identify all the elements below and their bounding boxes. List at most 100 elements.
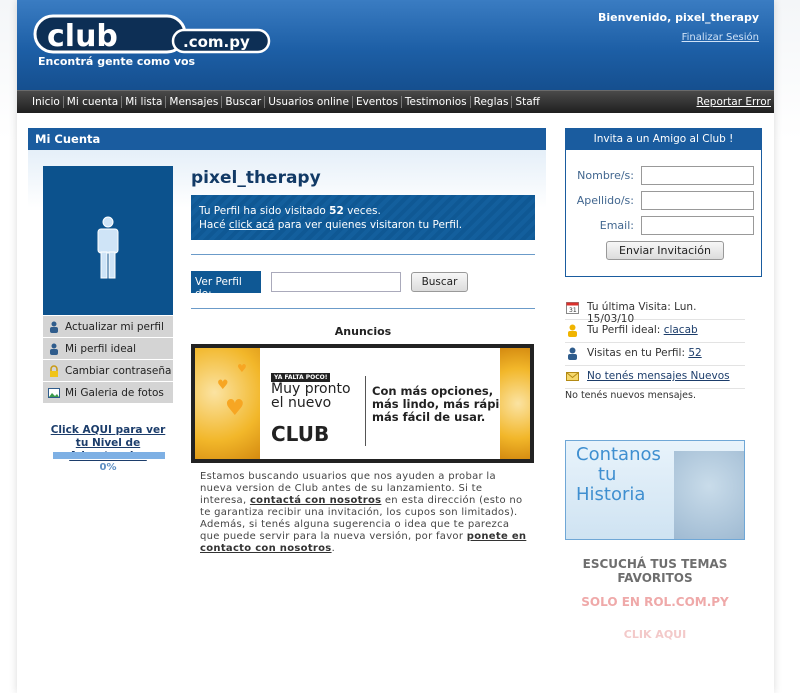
photo-icon	[48, 387, 60, 399]
view-profile-input[interactable]	[271, 272, 401, 292]
ideal-profile-row: Tu Perfil ideal: clacab	[565, 320, 745, 343]
warnings-percent: 0%	[99, 462, 117, 473]
svg-text:.com.py: .com.py	[183, 33, 250, 51]
contact-link[interactable]: contactá con nosotros	[250, 495, 381, 506]
banner-headline: Muy pronto el nuevo	[271, 382, 351, 410]
user-icon	[568, 324, 577, 337]
beta-tester-notice: Estamos buscando usuarios que nos ayuden…	[200, 471, 530, 555]
messages-subtext: No tenés nuevos mensajes.	[565, 390, 696, 401]
visits-count: 52	[329, 205, 344, 217]
main-nav: Inicio Mi cuenta Mi lista Mensajes Busca…	[17, 90, 774, 113]
messages-row: No tenés mensajes Nuevos	[565, 366, 745, 389]
nav-item-inicio[interactable]: Inicio	[32, 96, 63, 108]
photo-gallery-label: Mi Galeria de fotos	[65, 386, 164, 399]
photo-gallery-link[interactable]: Mi Galeria de fotos	[43, 382, 173, 403]
banner-headline-1: Muy pronto	[271, 381, 351, 397]
update-profile-label: Actualizar mi perfil	[65, 320, 164, 333]
change-password-label: Cambiar contraseña	[65, 364, 172, 377]
new-club-banner[interactable]: ♥ ♥ ♥ YA FALTA POCO! Muy pronto el nuevo…	[191, 344, 534, 463]
envelope-icon	[566, 372, 579, 381]
last-visit-label: Tu última Visita:	[587, 301, 675, 313]
update-profile-link[interactable]: Actualizar mi perfil	[43, 316, 173, 337]
ideal-profile-label: Tu Perfil ideal:	[587, 324, 664, 336]
view-profile-label: Ver Perfil de:	[191, 271, 261, 300]
visits-line-1: Tu Perfil ha sido visitado 52 veces.	[199, 204, 527, 218]
visitors-icon	[568, 347, 577, 360]
visits-box: Tu Perfil ha sido visitado 52 veces. Hac…	[191, 195, 535, 240]
divider	[191, 254, 535, 255]
avatar[interactable]	[43, 166, 173, 315]
profile-visits-row: Visitas en tu Perfil: 52	[565, 343, 745, 366]
heart-icon: ♥	[237, 362, 247, 375]
banner-decoration: ♥ ♥ ♥	[195, 348, 260, 459]
invite-name-row: Nombre/s:	[566, 166, 761, 186]
logout-link[interactable]: Finalizar Sesión	[682, 32, 759, 43]
rol-ad-title-3: Historia	[576, 484, 646, 505]
my-account-panel: Mi Cuenta Actualizar mi perfil Mi perfil…	[28, 128, 546, 588]
nav-item-mi-lista[interactable]: Mi lista	[121, 96, 165, 108]
change-password-link[interactable]: Cambiar contraseña	[43, 360, 173, 381]
last-visit-row: 31 Tu última Visita: Lun. 15/03/10	[565, 297, 745, 325]
warnings-progress-bar	[53, 452, 165, 459]
surname-label: Apellido/s:	[576, 194, 634, 207]
invite-surname-row: Apellido/s:	[566, 191, 761, 211]
nav-item-testimonios[interactable]: Testimonios	[400, 96, 470, 108]
rol-ad-line-2: SOLO EN ROL.COM.PY	[581, 595, 729, 609]
divider	[191, 308, 535, 309]
rol-ad-title-2: tu	[598, 464, 617, 485]
user-ideal-icon	[48, 343, 60, 355]
ideal-profile-text: Tu Perfil ideal: clacab	[587, 324, 698, 336]
nav-item-mensajes[interactable]: Mensajes	[165, 96, 221, 108]
visits-hint: Hacé	[199, 219, 229, 231]
visits-text-end: veces.	[343, 205, 381, 217]
account-status: 31 Tu última Visita: Lun. 15/03/10 Tu Pe…	[565, 297, 745, 389]
visitors-link[interactable]: click acá	[229, 219, 274, 231]
site-header: club .com.py Encontrá gente como vos Bie…	[17, 0, 774, 90]
email-field[interactable]	[641, 216, 754, 235]
promo-text-3: .	[331, 543, 336, 554]
name-field[interactable]	[641, 166, 754, 185]
user-edit-icon	[48, 321, 60, 333]
send-invitation-button[interactable]: Enviar Invitación	[606, 241, 724, 260]
rol-ad-photo	[674, 451, 744, 539]
visits-text: Tu Perfil ha sido visitado	[199, 205, 330, 217]
search-profile-button[interactable]: Buscar	[411, 272, 468, 292]
site-tagline: Encontrá gente como vos	[38, 55, 196, 68]
name-label: Nombre/s:	[577, 169, 634, 182]
profile-visits-label: Visitas en tu Perfil:	[587, 347, 689, 359]
profile-username: pixel_therapy	[191, 168, 321, 188]
rol-ad-title: Contanos tu Historia	[576, 445, 661, 505]
rol-ad-line-3: CLIK AQUI	[623, 628, 687, 641]
rol-advertisement[interactable]: Contanos tu Historia ESCUCHÁ TUS TEMAS F…	[565, 440, 745, 650]
nav-item-usuarios-online[interactable]: Usuarios online	[264, 96, 352, 108]
profile-visits-link[interactable]: 52	[688, 347, 701, 359]
panel-title: Mi Cuenta	[28, 128, 546, 150]
nav-item-reglas[interactable]: Reglas	[469, 96, 512, 108]
messages-link[interactable]: No tenés mensajes Nuevos	[587, 370, 730, 382]
nav-item-eventos[interactable]: Eventos	[351, 96, 401, 108]
ideal-profile-label: Mi perfil ideal	[65, 342, 137, 355]
nav-item-mi-cuenta[interactable]: Mi cuenta	[62, 96, 121, 108]
surname-field[interactable]	[641, 191, 754, 210]
heart-icon: ♥	[217, 378, 229, 393]
invite-email-row: Email:	[566, 216, 761, 236]
nav-item-buscar[interactable]: Buscar	[221, 96, 264, 108]
heart-icon: ♥	[225, 396, 245, 421]
calendar-icon: 31	[566, 302, 579, 314]
ideal-profile-link[interactable]: Mi perfil ideal	[43, 338, 173, 359]
ideal-profile-link[interactable]: clacab	[664, 324, 698, 336]
banner-brand: CLUB	[271, 422, 330, 446]
banner-decoration-right	[500, 348, 530, 459]
ads-title: Anuncios	[334, 325, 392, 338]
rol-ad-title-1: Contanos	[576, 444, 661, 465]
nav-item-staff[interactable]: Staff	[511, 96, 542, 108]
report-error-link[interactable]: Reportar Error	[697, 96, 772, 108]
invite-friend-panel: Invita a un Amigo al Club ! Nombre/s: Ap…	[565, 128, 762, 277]
account-menu: Actualizar mi perfil Mi perfil ideal Cam…	[43, 316, 173, 404]
visits-hint-end: para ver quienes visitaron tu Perfil.	[274, 219, 463, 231]
email-label: Email:	[599, 219, 634, 232]
banner-content: ♥ ♥ ♥ YA FALTA POCO! Muy pronto el nuevo…	[195, 348, 530, 459]
banner-headline-2: el nuevo	[271, 395, 332, 411]
svg-text:club: club	[47, 19, 118, 54]
banner-subtext: Con más opciones, más lindo, más rápido,…	[372, 385, 520, 424]
